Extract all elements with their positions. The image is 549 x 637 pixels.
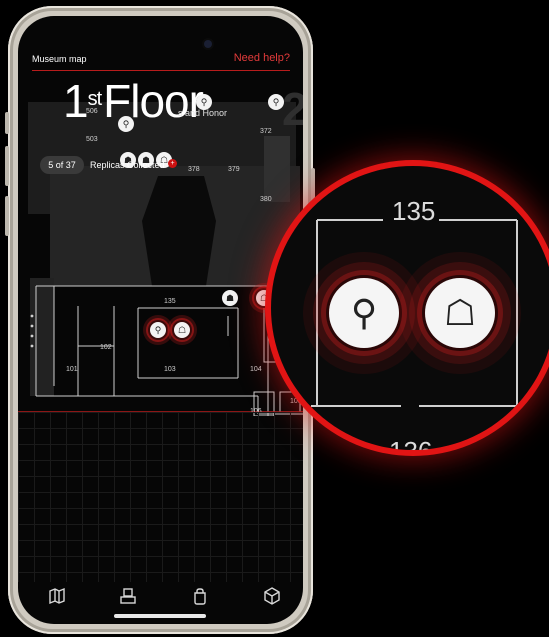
room-label: 104 — [250, 366, 262, 373]
app-title: Museum map — [32, 54, 87, 64]
floor-ordinal-suffix: st — [87, 88, 103, 110]
replica-count-pill[interactable]: 5 of 37 — [40, 156, 84, 174]
phone-side-button — [5, 196, 9, 236]
bag-icon[interactable] — [190, 586, 210, 606]
phone-side-button — [5, 112, 9, 134]
magnified-room-number-partial: 136 — [389, 436, 432, 450]
magnified-room-number: 135 — [392, 196, 436, 226]
room-label: 135 — [164, 298, 176, 305]
replica-pin-icon[interactable]: ☗ — [222, 290, 238, 306]
room-label: 103 — [164, 366, 176, 373]
floor-ordinal: 1 — [63, 75, 89, 127]
replica-pin-icon[interactable]: ☖ — [174, 322, 190, 338]
map-grid-background — [18, 412, 303, 582]
phone-side-button — [5, 146, 9, 186]
room-label: 503 — [86, 136, 98, 143]
home-indicator — [114, 614, 206, 618]
replica-figure-icon[interactable]: ⚲ — [329, 278, 399, 348]
replica-helmet-icon[interactable]: ☖ — [425, 278, 495, 348]
replica-pin-icon[interactable]: ⚲ — [196, 94, 212, 110]
replica-pin-icon[interactable]: ⚲ — [268, 94, 284, 110]
map-icon[interactable] — [47, 586, 67, 606]
replicas-collected-label: Replicas Collected — [90, 160, 165, 170]
replica-pin-icon[interactable]: ☖ — [256, 290, 272, 306]
replica-pin-icon[interactable]: ⚲ — [150, 322, 166, 338]
next-floor-button[interactable]: 2 — [282, 82, 303, 136]
room-label: 101 — [66, 366, 78, 373]
room-label: 102 — [100, 344, 112, 351]
magnified-map-callout: 135 136 ⚲ ☖ — [271, 166, 549, 450]
room-label: 380 — [260, 196, 272, 203]
profile-icon[interactable] — [118, 586, 138, 606]
need-help-link[interactable]: Need help? — [234, 52, 290, 64]
cube-icon[interactable] — [262, 586, 282, 606]
phone-screen: Museum map Need help? 1stFloor 2 506 503… — [18, 16, 303, 624]
replica-pin-icon[interactable]: ⚲ — [118, 116, 134, 132]
header-bar: Museum map Need help? — [32, 52, 290, 71]
new-badge: + — [168, 159, 177, 168]
room-label: 506 — [86, 108, 98, 115]
room-label: 372 — [260, 128, 272, 135]
room-label: 378 — [188, 166, 200, 173]
room-label: 379 — [228, 166, 240, 173]
